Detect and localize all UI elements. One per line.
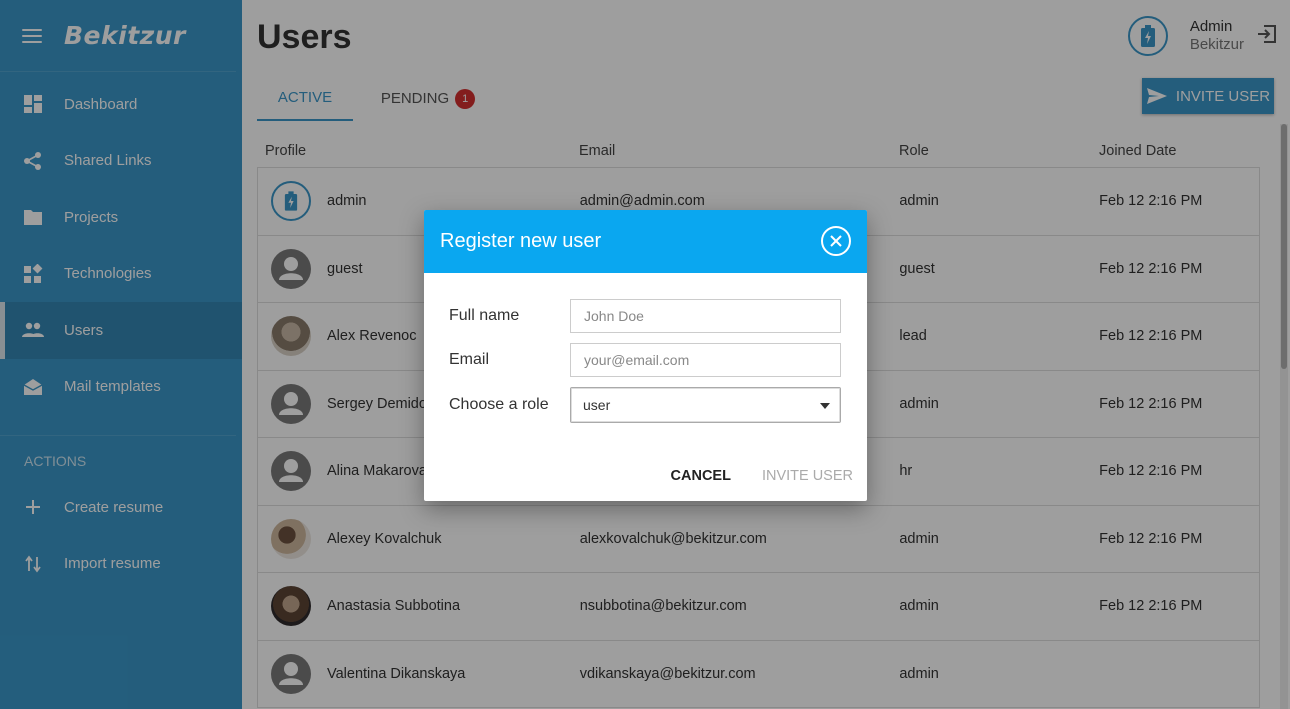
dialog-invite-user-button[interactable]: INVITE USER	[762, 468, 853, 484]
dialog-actions: CANCEL INVITE USER	[671, 468, 853, 484]
role-row: Choose a role user	[449, 387, 841, 423]
email-input[interactable]	[570, 343, 841, 377]
role-label: Choose a role	[449, 396, 549, 413]
role-select-value: user	[583, 397, 611, 413]
role-select[interactable]: user	[570, 387, 841, 423]
dialog-header: Register new user	[424, 210, 867, 273]
full-name-input[interactable]	[570, 299, 841, 333]
register-user-dialog: Register new user Full name Email Choose…	[424, 210, 867, 501]
dialog-title: Register new user	[440, 230, 602, 252]
full-name-row: Full name	[449, 299, 841, 333]
email-row: Email	[449, 343, 841, 377]
dropdown-arrow-icon	[820, 403, 830, 409]
cancel-button[interactable]: CANCEL	[671, 468, 731, 484]
close-icon[interactable]	[821, 226, 851, 256]
full-name-label: Full name	[449, 307, 520, 324]
email-label: Email	[449, 351, 490, 368]
